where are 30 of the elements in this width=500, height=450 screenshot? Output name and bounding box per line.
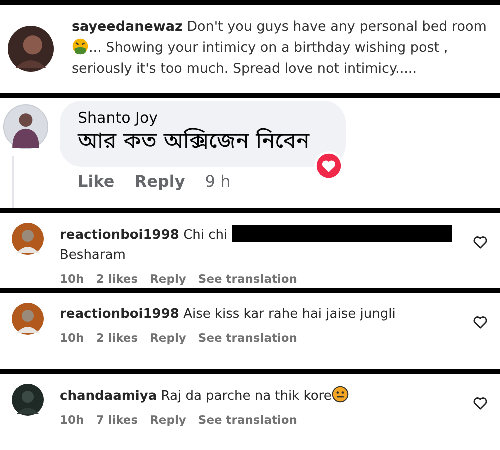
comment-time: 10h bbox=[60, 272, 84, 286]
avatar bbox=[8, 26, 54, 72]
avatar bbox=[12, 384, 44, 416]
avatar bbox=[12, 222, 44, 254]
avatar bbox=[12, 303, 44, 336]
commenter-name[interactable]: Shanto Joy bbox=[78, 108, 306, 127]
action-link[interactable]: See translation bbox=[198, 331, 298, 346]
heart-icon[interactable] bbox=[473, 315, 488, 330]
heart-icon[interactable] bbox=[473, 396, 488, 412]
action-link[interactable]: See translation bbox=[198, 272, 298, 286]
comment-text: reactionboi1998 Chi chi Besharam bbox=[60, 224, 457, 266]
sick-face-icon bbox=[72, 38, 89, 56]
action-link[interactable]: Reply bbox=[150, 413, 186, 428]
heart-icon[interactable] bbox=[473, 234, 488, 250]
comment-text: chandaamiya Raj da parche na thik kore bbox=[60, 386, 457, 408]
action-link[interactable]: Reply bbox=[150, 272, 186, 286]
comment-text: reactionboi1998 Aise kiss kar rahe hai jaise jungli bbox=[60, 306, 397, 324]
neutral-face-icon bbox=[332, 386, 349, 404]
comment-time: 10h bbox=[60, 331, 84, 346]
comment-time: 9 h bbox=[205, 172, 231, 191]
like-count[interactable]: 7 likes bbox=[96, 413, 138, 428]
avatar bbox=[3, 104, 49, 150]
comment-text: sayeedanewaz Don't you guys have any personal bed room ... Showing your intimicy on a birthday wishing post , seriously it's too much. Spread love not intimicy..... bbox=[72, 18, 488, 80]
action-link[interactable]: Reply bbox=[134, 172, 186, 191]
like-count[interactable]: 2 likes bbox=[96, 272, 138, 286]
comment-time: 10h bbox=[60, 413, 84, 428]
like-count[interactable]: 2 likes bbox=[96, 331, 138, 346]
action-link[interactable]: Like bbox=[78, 172, 115, 191]
action-link[interactable]: See translation bbox=[198, 413, 298, 428]
action-link[interactable]: Reply bbox=[150, 331, 186, 346]
